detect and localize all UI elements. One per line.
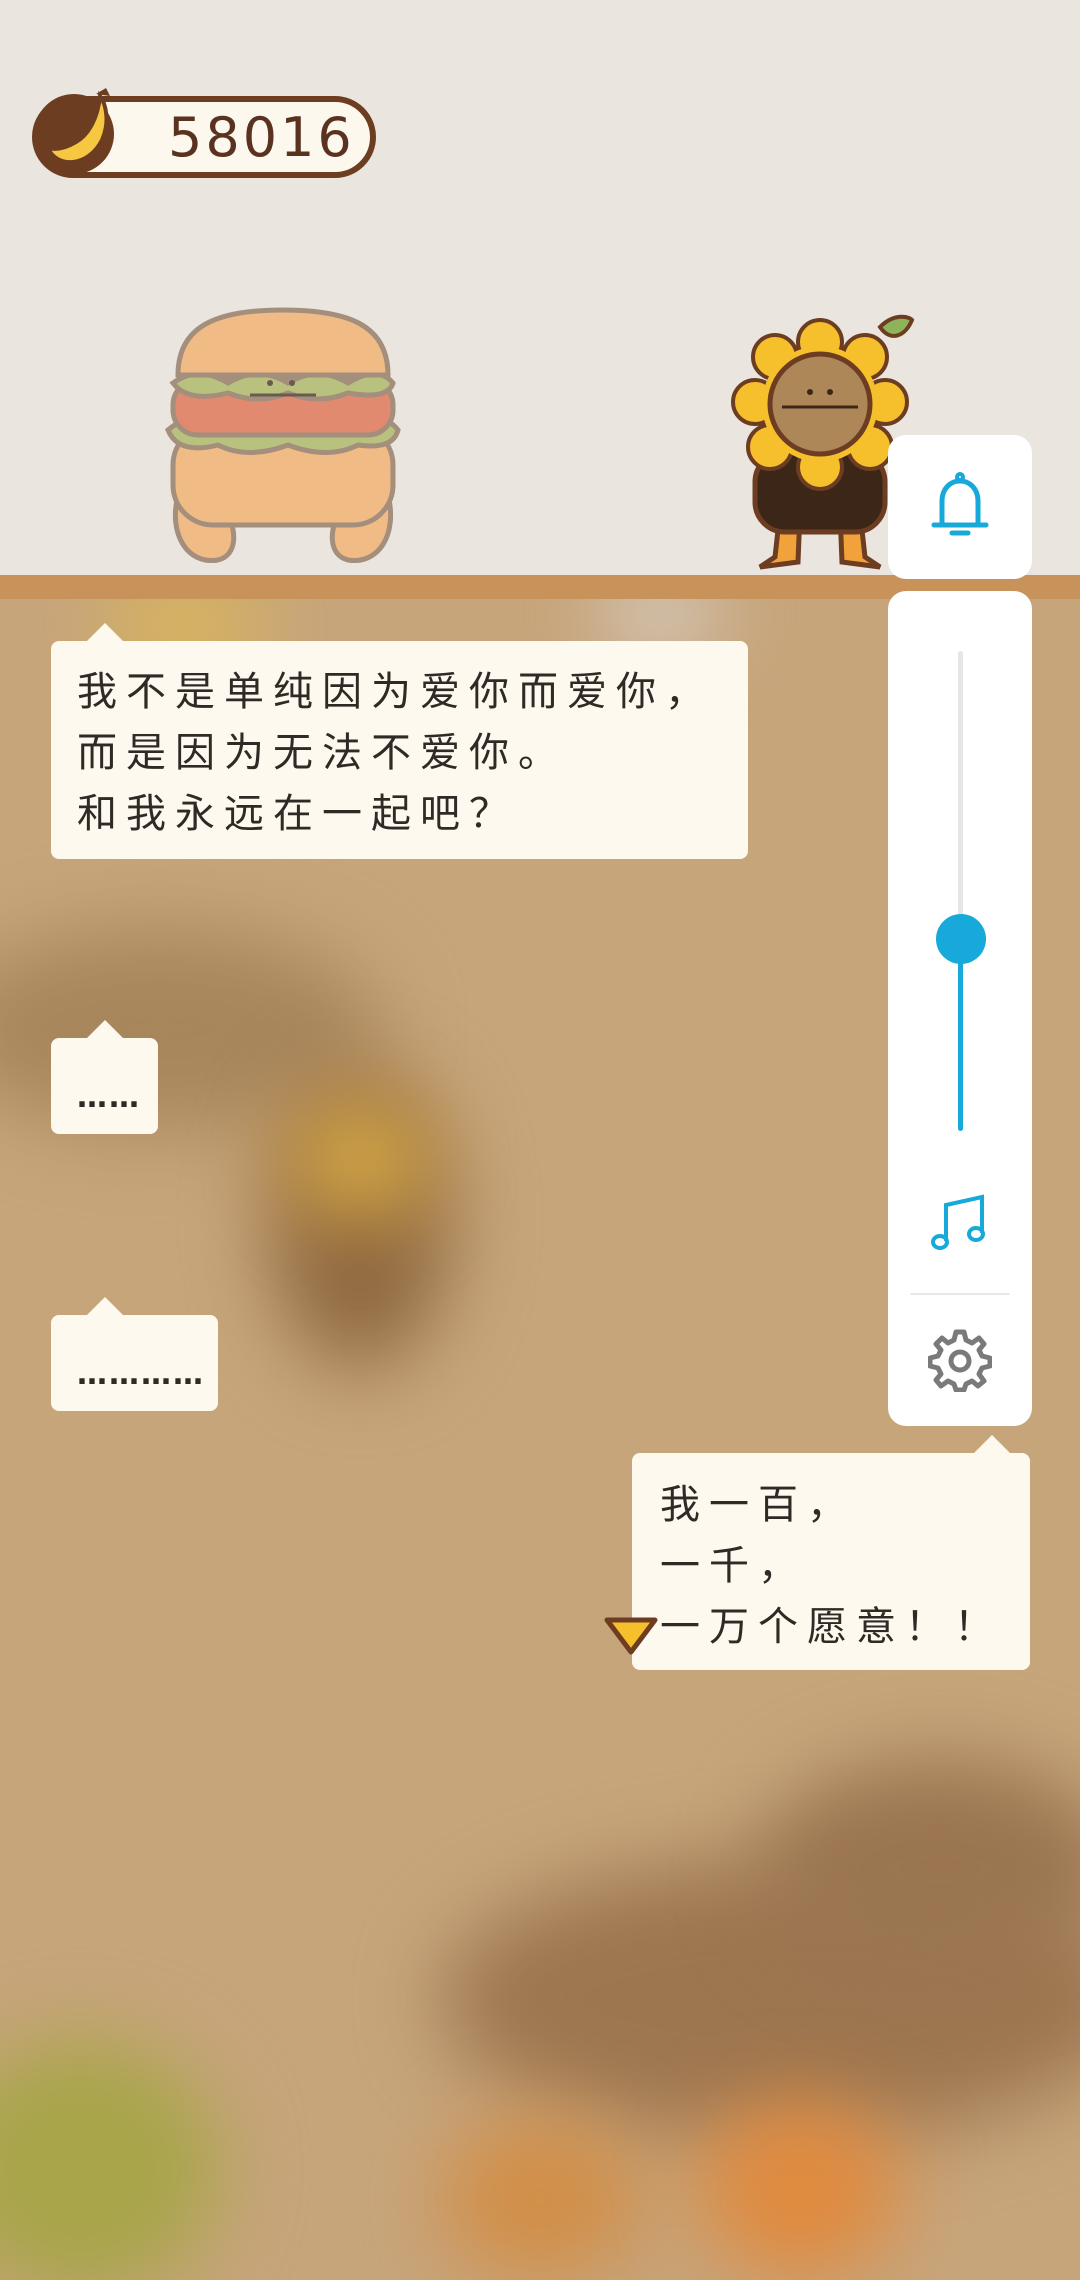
burger-character [165,307,401,564]
audio-settings-panel [888,591,1032,1426]
dialogue-bubble-1[interactable]: 我不是单纯因为爱你而爱你， 而是因为无法不爱你。 和我永远在一起吧？ [51,623,748,859]
banana-icon [34,88,114,174]
dialogue-line: 一万个愿意！！ [660,1604,1003,1650]
bell-icon [931,472,989,536]
dialogue-bubble-4[interactable]: 我一百， 一千， 一万个愿意！！ [632,1435,1030,1670]
volume-slider-fill [958,939,963,1131]
divider [910,1293,1010,1295]
banana-count: 58016 [168,106,355,169]
dialogue-line: 我一百， [660,1482,856,1528]
dialogue-line: 我不是单纯因为爱你而爱你， [77,669,714,715]
dialogue-bubble-2[interactable]: …… [51,1020,158,1134]
dialogue-line: 和我永远在一起吧？ [77,791,518,837]
dialogue-line: …… [77,1080,141,1115]
dialogue-line: 一千， [660,1543,807,1589]
volume-slider-thumb[interactable] [936,914,986,964]
music-note-icon[interactable] [928,1191,992,1255]
continue-arrow-icon[interactable] [602,1614,660,1658]
gear-icon[interactable] [928,1328,992,1392]
dialogue-line: 而是因为无法不爱你。 [77,730,567,776]
dialogue-line: ………… [77,1357,205,1392]
volume-slider[interactable] [936,651,986,1131]
notification-button[interactable] [888,435,1032,579]
dialogue-bubble-3[interactable]: ………… [51,1297,218,1411]
